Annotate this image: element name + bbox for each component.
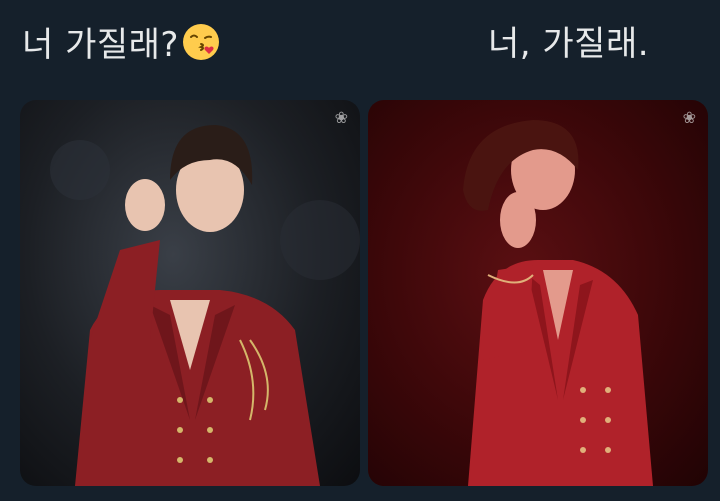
left-photo-illustration [50, 125, 360, 486]
flower-icon: ❀ [682, 108, 696, 127]
left-caption-text: 너 가질래? [22, 25, 179, 65]
right-caption: 너, 가질래. [488, 24, 650, 64]
kissing-face-emoji-icon [181, 22, 221, 62]
right-photo-illustration [463, 120, 653, 486]
flower-icon: ❀ [334, 108, 348, 127]
right-photo[interactable]: ❀ [368, 100, 708, 486]
left-photo[interactable]: ❀ [20, 100, 360, 486]
left-caption: 너 가질래? [22, 22, 221, 67]
